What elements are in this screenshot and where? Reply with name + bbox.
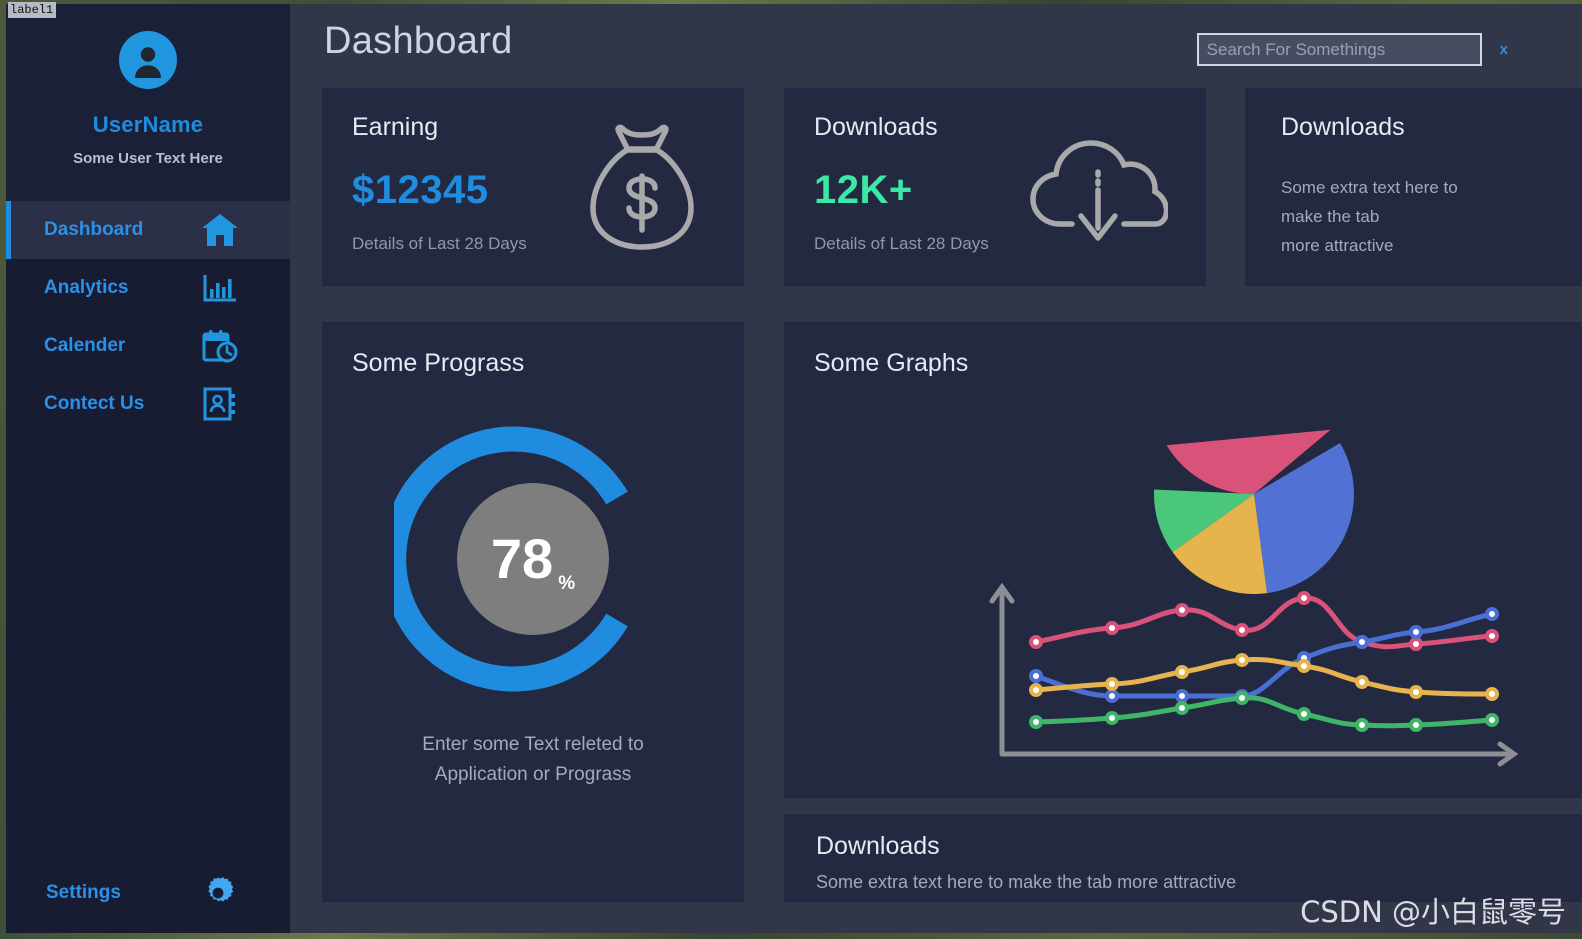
sidebar-item-label: Contect Us	[44, 393, 145, 414]
watermark: CSDN @小白鼠零号	[1300, 895, 1566, 929]
sidebar-nav: Dashboard Analytics Calender Contect Us	[6, 201, 290, 433]
search-area: x	[1196, 33, 1508, 66]
progress-hub: 78 %	[457, 483, 609, 635]
card-value: $12345	[352, 168, 489, 212]
card-body-line: make the tab	[1281, 207, 1380, 226]
sidebar-profile: UserName Some User Text Here	[6, 4, 290, 201]
main-content: Dashboard x Earning $12345 Details of La…	[290, 4, 1582, 933]
contact-book-icon	[200, 384, 240, 424]
card-title: Downloads	[1281, 113, 1405, 141]
bar-chart-icon	[200, 268, 240, 308]
gear-icon	[198, 873, 238, 913]
card-downloads: Downloads 12K+ Details of Last 28 Days	[784, 88, 1206, 286]
user-name: UserName	[92, 112, 204, 137]
sidebar-item-label: Dashboard	[44, 219, 144, 240]
money-bag-icon	[578, 120, 706, 255]
sidebar-item-dashboard[interactable]: Dashboard	[6, 201, 290, 259]
card-title: Some Graphs	[814, 349, 969, 377]
progress-caption: Enter some Text releted to Application o…	[322, 730, 744, 790]
search-input[interactable]	[1196, 33, 1482, 66]
screen: UserName Some User Text Here Dashboard A…	[0, 0, 1582, 939]
card-body-line: more attractive	[1281, 236, 1394, 255]
graphs-illustration	[964, 394, 1544, 784]
topbar: Dashboard x	[290, 4, 1582, 88]
card-graphs: Some Graphs	[784, 322, 1582, 798]
card-subtitle: Details of Last 28 Days	[814, 234, 989, 253]
card-earning: Earning $12345 Details of Last 28 Days	[322, 88, 744, 286]
label1: label1	[8, 2, 57, 18]
card-progress: Some Prograss 78 % Enter some Text relet…	[322, 322, 744, 902]
sidebar: UserName Some User Text Here Dashboard A…	[6, 4, 290, 933]
sidebar-item-contect-us[interactable]: Contect Us	[6, 375, 290, 433]
card-subtitle: Some extra text here to make the tab mor…	[816, 872, 1237, 892]
sidebar-item-analytics[interactable]: Analytics	[6, 259, 290, 317]
card-value: 12K+	[814, 168, 913, 212]
line-chart-axes	[989, 582, 1519, 767]
card-body: Some extra text here to make the tab mor…	[1281, 173, 1531, 260]
pie-chart	[1153, 429, 1354, 594]
home-icon	[200, 210, 240, 250]
page-title: Dashboard	[324, 20, 513, 62]
series-line-4	[1033, 695, 1495, 729]
progress-ring: 78 %	[381, 420, 672, 698]
sidebar-item-label: Settings	[46, 882, 121, 903]
progress-caption-line: Application or Prograss	[434, 764, 632, 785]
cloud-download-icon	[1028, 120, 1168, 248]
card-title: Downloads	[814, 113, 938, 141]
line-chart-series	[1033, 595, 1495, 729]
card-title: Downloads	[816, 832, 940, 860]
user-subtitle: Some User Text Here	[73, 150, 223, 167]
sidebar-item-label: Analytics	[44, 277, 129, 298]
calendar-clock-icon	[200, 326, 240, 366]
sidebar-item-calender[interactable]: Calender	[6, 317, 290, 375]
card-title: Some Prograss	[352, 349, 525, 377]
series-line-1	[1033, 595, 1495, 650]
card-subtitle: Details of Last 28 Days	[352, 234, 527, 253]
search-clear-button[interactable]: x	[1500, 41, 1508, 58]
progress-value: 78	[490, 527, 554, 590]
card-body-line: Some extra text here to	[1281, 178, 1458, 197]
app-window: UserName Some User Text Here Dashboard A…	[6, 4, 1582, 933]
progress-percent-sign: %	[558, 573, 576, 594]
sidebar-item-settings[interactable]: Settings	[6, 865, 290, 921]
progress-caption-line: Enter some Text releted to	[422, 734, 644, 755]
user-avatar-icon	[119, 31, 177, 89]
card-promo: Downloads Some extra text here to make t…	[1245, 88, 1582, 286]
card-title: Earning	[352, 113, 439, 141]
sidebar-item-label: Calender	[44, 335, 126, 356]
